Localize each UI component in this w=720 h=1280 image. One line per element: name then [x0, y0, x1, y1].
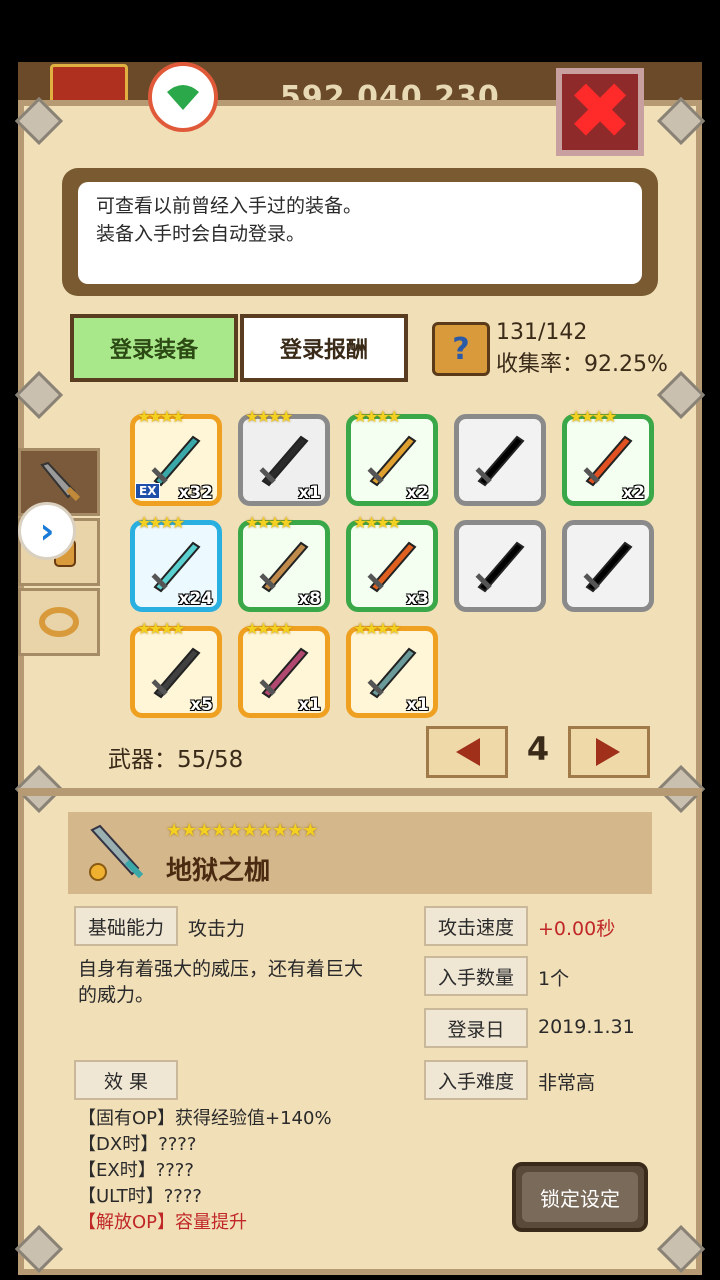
option-line: 【EX时】???? — [78, 1160, 194, 1181]
item-slot[interactable]: ★★★★ x1 — [346, 619, 438, 718]
option-line: 【解放OP】容量提升 — [78, 1212, 248, 1233]
tab-registered-equipment[interactable]: 登录装备 — [70, 314, 238, 382]
weapon-icon — [583, 541, 633, 593]
item-slot[interactable]: ★★★★ x1 — [238, 619, 330, 718]
collection-count: 131/142 — [496, 320, 588, 345]
weapon-icon — [259, 435, 309, 487]
item-stars: ★★★★ — [569, 407, 617, 426]
item-detail-header — [68, 812, 652, 894]
item-count: x3 — [406, 589, 429, 609]
weapon-icon — [151, 435, 201, 487]
weapon-icon — [583, 435, 633, 487]
item-count: x24 — [178, 589, 213, 609]
item-stars: ★★★★ — [137, 619, 185, 638]
item-slot[interactable]: ★★★★ x24 — [130, 513, 222, 612]
item-count: x1 — [298, 483, 321, 503]
item-stars: ★★★★ — [353, 513, 401, 532]
close-icon: ✖ — [567, 67, 633, 157]
item-slot[interactable]: ★★★★ x2 — [346, 407, 438, 506]
item-slot[interactable]: ★★★★ x5 — [130, 619, 222, 718]
register-date-value: 2019.1.31 — [538, 1016, 635, 1038]
item-count: x1 — [406, 695, 429, 715]
weapon-icon — [367, 435, 417, 487]
section-divider — [18, 788, 702, 796]
effect-label: 效 果 — [74, 1060, 178, 1100]
option-list: 【固有OP】获得经验值+140% 【DX时】???? 【EX时】???? 【UL… — [78, 1106, 332, 1236]
option-line: 【ULT时】???? — [78, 1186, 202, 1207]
item-slot[interactable]: ★★★★ x3 — [346, 513, 438, 612]
wifi-button[interactable] — [148, 62, 218, 132]
info-text: 可查看以前曾经入手过的装备。 装备入手时会自动登录。 — [78, 182, 642, 284]
item-name: 地狱之枷 — [166, 856, 271, 886]
item-slot[interactable]: ★★★★ EX x32 — [130, 407, 222, 506]
item-count: x32 — [178, 483, 213, 503]
book-icon: ? — [432, 322, 490, 376]
triangle-left-icon — [456, 738, 480, 766]
item-stars: ★★★★ — [137, 407, 185, 426]
description-line: 的威力。 — [78, 984, 155, 1006]
option-line: 【固有OP】获得经验值+140% — [78, 1108, 332, 1129]
item-slot[interactable] — [562, 520, 654, 612]
item-stars: ★★★★ — [137, 513, 185, 532]
item-slot[interactable]: ★★★★ x1 — [238, 407, 330, 506]
weapon-icon — [367, 541, 417, 593]
prev-page-button[interactable] — [426, 726, 508, 778]
collection-rate: 收集率：92.25% — [496, 352, 668, 377]
item-count: x2 — [406, 483, 429, 503]
item-stars: ★★★★ — [245, 513, 293, 532]
weapon-icon — [475, 541, 525, 593]
item-slot[interactable]: ★★★★ x8 — [238, 513, 330, 612]
item-description: 自身有着强大的威压，还有着巨大 的威力。 — [78, 956, 363, 1008]
item-count: x1 — [298, 695, 321, 715]
quantity-label: 入手数量 — [424, 956, 528, 996]
sword-icon — [40, 461, 81, 502]
register-date-label: 登录日 — [424, 1008, 528, 1048]
page-number: 4 — [526, 730, 550, 768]
item-star-rating: ★★★★★★★★★★ — [166, 820, 318, 841]
difficulty-label: 入手难度 — [424, 1060, 528, 1100]
item-slot[interactable] — [454, 414, 546, 506]
item-stars: ★★★★ — [245, 407, 293, 426]
item-stars: ★★★★ — [245, 619, 293, 638]
item-stars: ★★★★ — [353, 407, 401, 426]
weapon-icon — [259, 647, 309, 699]
basic-ability-value: 攻击力 — [188, 918, 246, 940]
item-slot[interactable]: ★★★★ x2 — [562, 407, 654, 506]
info-line: 装备入手时会自动登录。 — [96, 223, 306, 245]
ring-icon — [39, 607, 79, 637]
chevron-right-icon: › — [39, 510, 55, 552]
option-line: 【DX时】???? — [78, 1134, 197, 1155]
attack-speed-label: 攻击速度 — [424, 906, 528, 946]
weapon-icon — [475, 435, 525, 487]
item-count: x5 — [190, 695, 213, 715]
item-count: x2 — [622, 483, 645, 503]
item-count: x8 — [298, 589, 321, 609]
triangle-right-icon — [596, 738, 620, 766]
lock-setting-button[interactable]: 锁定设定 — [512, 1162, 648, 1232]
lock-setting-label: 锁定设定 — [522, 1172, 638, 1222]
info-line: 可查看以前曾经入手过的装备。 — [96, 195, 363, 217]
quantity-value: 1个 — [538, 968, 570, 990]
weapon-icon — [259, 541, 309, 593]
attack-speed-value: +0.00秒 — [538, 918, 616, 940]
description-line: 自身有着强大的威压，还有着巨大 — [78, 958, 364, 980]
weapon-count: 武器：55/58 — [108, 747, 244, 773]
basic-ability-label: 基础能力 — [74, 906, 178, 946]
next-page-button[interactable] — [568, 726, 650, 778]
wifi-icon — [167, 85, 199, 110]
close-button[interactable]: ✖ — [556, 68, 644, 156]
item-slot[interactable] — [454, 520, 546, 612]
ex-badge: EX — [135, 483, 161, 499]
tab-registration-reward[interactable]: 登录报酬 — [240, 314, 408, 382]
weapon-icon — [151, 541, 201, 593]
sword-icon — [84, 820, 150, 886]
difficulty-value: 非常高 — [538, 1072, 596, 1094]
weapon-icon — [367, 647, 417, 699]
item-stars: ★★★★ — [353, 619, 401, 638]
category-ring-tab[interactable] — [18, 588, 100, 656]
expand-side-menu-button[interactable]: › — [18, 502, 76, 560]
weapon-icon — [151, 647, 201, 699]
